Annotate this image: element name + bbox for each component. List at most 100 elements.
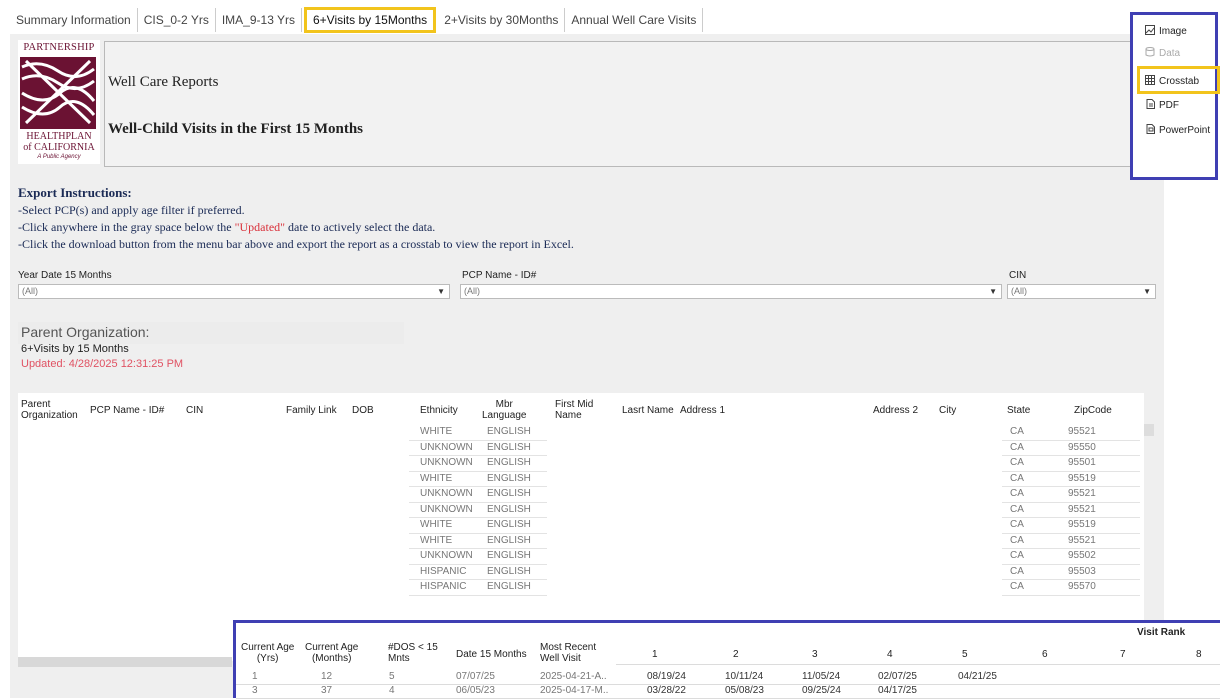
- cell-language: ENGLISH: [487, 581, 531, 592]
- tab-summary-information[interactable]: Summary Information: [10, 8, 138, 32]
- report-title: Well Care Reports: [108, 74, 219, 90]
- col-first-mid-name: First Mid Name: [555, 399, 594, 421]
- cell-language: ENGLISH: [487, 565, 531, 577]
- menu-item-pdf[interactable]: PDF: [1145, 99, 1179, 112]
- cell-state: CA: [1010, 581, 1024, 592]
- col-visit-rank-4: 4: [887, 649, 893, 660]
- col-visit-rank-7: 7: [1120, 649, 1126, 660]
- col-visit-rank-3: 3: [812, 649, 818, 660]
- cell-language: ENGLISH: [487, 457, 531, 468]
- cell-age-yrs: 1: [252, 671, 258, 682]
- tab-cis-0-2-yrs[interactable]: CIS_0-2 Yrs: [138, 8, 216, 32]
- horizontal-scrollbar[interactable]: [18, 657, 232, 667]
- cell-language: ENGLISH: [487, 441, 531, 453]
- cell-visit-date: 04/17/25: [878, 685, 917, 696]
- instruction-line-2: -Click anywhere in the gray space below …: [18, 220, 436, 234]
- cell-dos: 4: [389, 685, 395, 696]
- col-address-1: Address 1: [680, 405, 726, 416]
- instruction-line-3: -Click the download button from the menu…: [18, 237, 574, 251]
- col-last-name: Lasrt Name: [622, 405, 674, 416]
- cell-zipcode: 95570: [1068, 581, 1096, 592]
- filter-pcp-label: PCP Name - ID#: [462, 270, 537, 281]
- cell-state: CA: [1010, 472, 1024, 484]
- tab-2-visits-by-30-months[interactable]: 2+Visits by 30Months: [438, 8, 566, 32]
- cell-age-yrs: 3: [252, 685, 258, 696]
- export-instructions-heading: Export Instructions:: [18, 185, 132, 200]
- col-city: City: [939, 405, 957, 416]
- cell-date15: 06/05/23: [456, 685, 495, 696]
- logo-text-healthplan: HEALTHPLAN: [26, 131, 92, 142]
- cell-state: CA: [1010, 534, 1024, 546]
- cell-state: CA: [1010, 519, 1024, 530]
- col-family-link: Family Link: [286, 405, 337, 416]
- col-mbr-language: Mbr Language: [482, 399, 527, 421]
- cell-state: CA: [1010, 441, 1024, 453]
- header-panel: [104, 41, 1156, 167]
- parent-org-title: Parent Organization:: [21, 324, 150, 340]
- chevron-down-icon: ▼: [989, 287, 997, 296]
- col-current-age-months: Current Age (Months): [305, 642, 359, 664]
- cell-visit-date: 02/07/25: [878, 671, 917, 682]
- col-visit-rank-1: 1: [652, 649, 658, 660]
- cell-state: CA: [1010, 457, 1024, 468]
- cell-ethnicity: UNKNOWN: [420, 441, 473, 453]
- cell-ethnicity: WHITE: [420, 472, 453, 484]
- col-address-2: Address 2: [873, 405, 919, 416]
- powerpoint-icon: [1145, 124, 1155, 137]
- col-visit-rank-2: 2: [733, 649, 739, 660]
- cell-language: ENGLISH: [487, 472, 531, 484]
- cell-state: CA: [1010, 426, 1024, 437]
- cell-zipcode: 95521: [1068, 534, 1096, 546]
- filter-year-label: Year Date 15 Months: [18, 270, 112, 281]
- cell-visit-date: 08/19/24: [647, 671, 686, 682]
- col-dos-15-mnts: #DOS < 15 Mnts: [388, 642, 438, 664]
- filter-year-dropdown[interactable]: (All) ▼: [18, 284, 450, 299]
- menu-item-image[interactable]: Image: [1145, 25, 1187, 38]
- cell-zipcode: 95521: [1068, 426, 1096, 437]
- logo-wave-icon: [20, 57, 96, 129]
- menu-item-data: Data: [1145, 47, 1180, 60]
- row-divider: [1002, 594, 1140, 596]
- chevron-down-icon: ▼: [437, 287, 445, 296]
- cell-zipcode: 95502: [1068, 550, 1096, 561]
- cell-visit-date: 11/05/24: [802, 671, 841, 682]
- logo-tagline: A Public Agency: [37, 154, 81, 160]
- cell-visit-date: 09/25/24: [802, 685, 841, 696]
- menu-item-powerpoint[interactable]: PowerPoint: [1145, 124, 1210, 137]
- col-state: State: [1007, 405, 1031, 416]
- cell-zipcode: 95521: [1068, 503, 1096, 515]
- tab-6-visits-by-15-months[interactable]: 6+Visits by 15Months: [304, 7, 437, 33]
- cell-visit-date: 05/08/23: [725, 685, 764, 696]
- menu-item-crosstab[interactable]: Crosstab: [1145, 75, 1199, 88]
- cell-state: CA: [1010, 488, 1024, 499]
- cell-state: CA: [1010, 565, 1024, 577]
- cell-language: ENGLISH: [487, 519, 531, 530]
- cell-zipcode: 95501: [1068, 457, 1096, 468]
- cell-ethnicity: WHITE: [420, 426, 453, 437]
- cell-ethnicity: UNKNOWN: [420, 550, 473, 561]
- cell-recent: 2025-04-21-A..: [540, 671, 607, 682]
- logo-text-top: PARTNERSHIP: [23, 42, 95, 53]
- report-subtitle: Well-Child Visits in the First 15 Months: [108, 121, 364, 137]
- cell-zipcode: 95550: [1068, 441, 1096, 453]
- tab-ima-9-13-yrs[interactable]: IMA_9-13 Yrs: [216, 8, 302, 32]
- col-parent-org: Parent Organization: [21, 399, 78, 421]
- vertical-scrollbar-thumb[interactable]: [1144, 424, 1154, 436]
- crosstab-icon: [1145, 75, 1155, 88]
- cell-ethnicity: UNKNOWN: [420, 488, 473, 499]
- instruction-line-1: -Select PCP(s) and apply age filter if p…: [18, 203, 245, 217]
- col-most-recent-well-visit: Most Recent Well Visit: [540, 642, 597, 664]
- filter-cin-dropdown[interactable]: (All) ▼: [1007, 284, 1156, 299]
- cell-ethnicity: WHITE: [420, 519, 453, 530]
- col-current-age-yrs: Current Age (Yrs): [241, 642, 295, 664]
- col-date-15-months: Date 15 Months: [456, 649, 527, 660]
- cell-ethnicity: WHITE: [420, 534, 453, 546]
- cell-language: ENGLISH: [487, 488, 531, 499]
- col-visit-rank-5: 5: [962, 649, 968, 660]
- cell-ethnicity: HISPANIC: [420, 565, 467, 577]
- cell-language: ENGLISH: [487, 426, 531, 437]
- cell-zipcode: 95519: [1068, 472, 1096, 484]
- tab-annual-well-care-visits[interactable]: Annual Well Care Visits: [565, 8, 704, 32]
- cell-ethnicity: UNKNOWN: [420, 503, 473, 515]
- filter-pcp-dropdown[interactable]: (All) ▼: [460, 284, 1002, 299]
